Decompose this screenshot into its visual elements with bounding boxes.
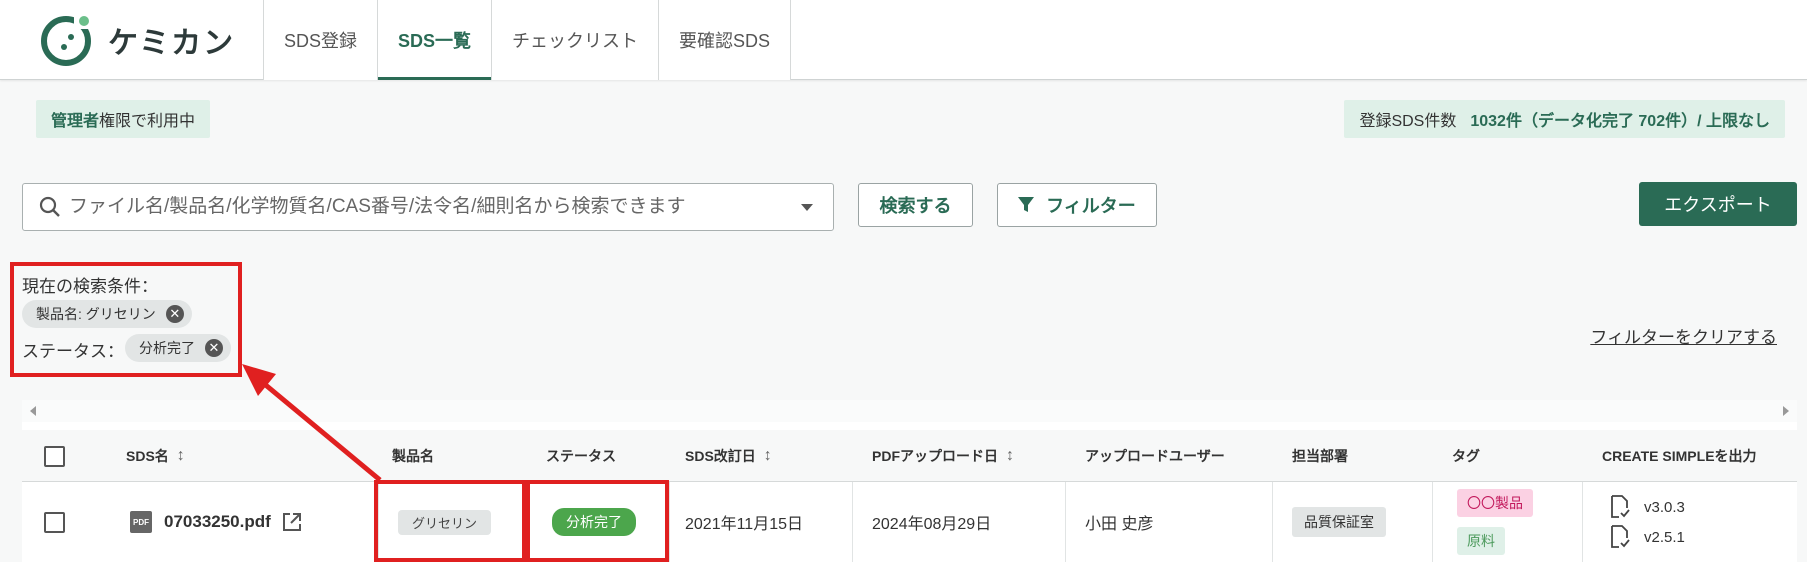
th-label: SDS改訂日 [685, 448, 756, 464]
cell-divider [669, 482, 670, 562]
horizontal-scrollbar[interactable] [22, 400, 1797, 422]
search-button[interactable]: 検索する [858, 183, 973, 227]
scroll-left-icon[interactable] [30, 406, 36, 416]
th-sds-name[interactable]: SDS名 ↕ [126, 430, 185, 482]
th-product: 製品名 [392, 448, 434, 464]
th-user: アップロードユーザー [1085, 448, 1225, 464]
tab-sds-list[interactable]: SDS一覧 [377, 0, 492, 80]
sds-table: SDS名 ↕ 製品名 ステータス SDS改訂日 ↕ PDFアップロード日 ↕ アップロ… [22, 400, 1797, 562]
app-name: ケミカン [108, 26, 236, 61]
role-rest: 権限で利用中 [99, 113, 196, 130]
annotation-box-conditions [10, 262, 242, 377]
cell-divider [852, 482, 853, 562]
tab-sds-register[interactable]: SDS登録 [263, 0, 378, 80]
th-create-simple: CREATE SIMPLEを出力 [1602, 448, 1757, 464]
role-badge: 管理者 権限で利用中 [36, 100, 211, 138]
sds-count-badge: 登録SDS件数 1032件（データ化完了 702件）/ 上限なし [1344, 100, 1785, 138]
th-label: PDFアップロード日 [872, 448, 998, 464]
select-all-checkbox[interactable] [44, 445, 65, 467]
cell-sds-name: PDF 07033250.pdf [130, 482, 303, 562]
version-label: v3.0.3 [1644, 498, 1685, 516]
tag-badge: 〇〇製品 [1457, 489, 1533, 517]
cell-divider [1065, 482, 1066, 562]
cell-upload-date: 2024年08月29日 [872, 516, 992, 533]
clear-filters-link[interactable]: フィルターをクリアする [1590, 323, 1777, 348]
export-button[interactable]: エクスポート [1639, 182, 1797, 226]
select-all-cell [44, 430, 65, 482]
create-simple-link[interactable]: v2.5.1 [1610, 522, 1685, 552]
th-tags: タグ [1452, 448, 1480, 464]
sort-icon[interactable]: ↕ [764, 447, 772, 465]
scroll-right-icon[interactable] [1783, 406, 1789, 416]
file-name-link[interactable]: 07033250.pdf [164, 512, 271, 532]
logo-icon [41, 13, 91, 66]
count-label: 登録SDS件数 [1359, 113, 1457, 130]
sort-icon[interactable]: ↕ [177, 447, 185, 465]
app-header: ケミカン SDS登録 SDS一覧 チェックリスト 要確認SDS [0, 0, 1807, 80]
version-label: v2.5.1 [1644, 528, 1685, 546]
search-input[interactable] [69, 196, 769, 218]
cell-user: 小田 史彦 [1085, 516, 1154, 533]
dept-badge: 品質保証室 [1292, 507, 1386, 537]
row-select-cell [44, 482, 65, 562]
count-value: 1032件（データ化完了 702件）/ 上限なし [1470, 113, 1770, 130]
cell-tags: 〇〇製品 原料 [1457, 482, 1533, 562]
cell-divider [1582, 482, 1583, 562]
search-box[interactable] [22, 183, 834, 231]
chevron-down-icon[interactable] [801, 204, 813, 211]
tab-checklist[interactable]: チェックリスト [491, 0, 659, 80]
th-upload-date[interactable]: PDFアップロード日 ↕ [872, 430, 1014, 482]
annotation-box-product [374, 480, 526, 562]
search-icon [39, 196, 60, 217]
filter-label: フィルター [1046, 196, 1136, 216]
th-status: ステータス [546, 448, 616, 464]
annotation-box-status [526, 480, 669, 562]
th-revision[interactable]: SDS改訂日 ↕ [685, 430, 772, 482]
tag-badge: 原料 [1457, 527, 1505, 555]
th-label: SDS名 [126, 448, 169, 464]
row-checkbox[interactable] [44, 511, 65, 533]
role-strong: 管理者 [51, 113, 100, 130]
cell-create-simple: v3.0.3 v2.5.1 [1610, 482, 1685, 562]
app-logo[interactable]: ケミカン [40, 13, 236, 66]
file-check-icon [1611, 525, 1630, 548]
cell-dept: 品質保証室 [1292, 482, 1386, 562]
cell-revision: 2021年11月15日 [685, 516, 804, 533]
cell-divider [1432, 482, 1433, 562]
sort-icon[interactable]: ↕ [1006, 447, 1014, 465]
external-link-icon[interactable] [281, 511, 303, 533]
tab-review-sds[interactable]: 要確認SDS [658, 0, 792, 80]
th-dept: 担当部署 [1292, 448, 1348, 464]
create-simple-link[interactable]: v3.0.3 [1610, 492, 1685, 522]
table-row[interactable]: PDF 07033250.pdf グリセリン 分析完了 2021年11月15日 … [22, 482, 1797, 562]
cell-divider [1272, 482, 1273, 562]
filter-icon [1018, 197, 1035, 212]
file-check-icon [1611, 495, 1630, 518]
main-nav: SDS登録 SDS一覧 チェックリスト 要確認SDS [263, 0, 792, 80]
pdf-icon: PDF [130, 511, 152, 533]
filter-button[interactable]: フィルター [997, 183, 1157, 227]
table-header: SDS名 ↕ 製品名 ステータス SDS改訂日 ↕ PDFアップロード日 ↕ アップロ… [22, 430, 1797, 482]
